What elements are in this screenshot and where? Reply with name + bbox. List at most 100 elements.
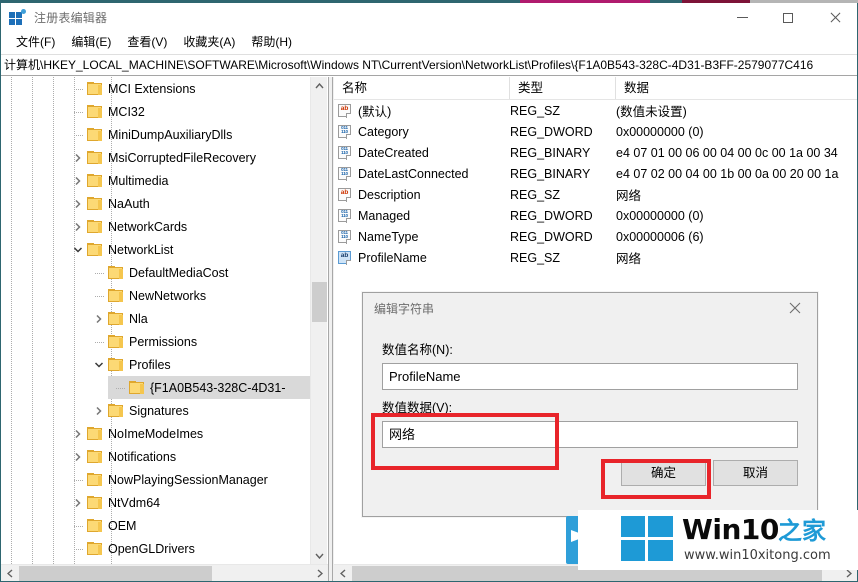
chevron-right-icon[interactable] xyxy=(70,426,86,442)
chevron-right-icon[interactable] xyxy=(70,173,86,189)
column-header-data[interactable]: 数据 xyxy=(616,77,857,99)
tree-item-profiles[interactable]: Profiles xyxy=(1,353,310,376)
scroll-right-icon[interactable] xyxy=(311,565,328,581)
tree-item-content: DefaultMediaCost xyxy=(91,265,228,281)
tree-item-networkcards[interactable]: NetworkCards xyxy=(1,215,310,238)
tree-item-notifications[interactable]: Notifications xyxy=(1,445,310,468)
registry-tree-pane: MCI Extensions MCI32 MiniDumpAuxiliaryDlls… xyxy=(1,77,328,581)
value-data-cell: 0x00000000 (0) xyxy=(616,208,704,223)
value-type-cell: REG_SZ xyxy=(510,187,561,202)
tree-item-label: {F1A0B543-328C-4D31- xyxy=(150,380,286,395)
menu-item-file[interactable]: 文件(F) xyxy=(8,33,63,52)
chevron-right-icon[interactable] xyxy=(70,564,86,565)
scroll-left-icon[interactable] xyxy=(1,565,18,581)
registry-path-text: 计算机\HKEY_LOCAL_MACHINE\SOFTWARE\Microsof… xyxy=(4,58,814,72)
tree-item-naauth[interactable]: NaAuth xyxy=(1,192,310,215)
value-name-text: Managed xyxy=(358,208,411,223)
tree-item-label: Profiles xyxy=(129,357,171,372)
tree-item-ntvdm64[interactable]: NtVdm64 xyxy=(1,491,310,514)
tree-item-label: MsiCorruptedFileRecovery xyxy=(108,150,256,165)
table-row[interactable]: ab Description REG_SZ 网络 xyxy=(334,184,857,205)
pane-splitter[interactable] xyxy=(328,77,333,581)
tree-item-opengldrivers[interactable]: OpenGLDrivers xyxy=(1,537,310,560)
tree-item-noimemodeimes[interactable]: NoImeModeImes xyxy=(1,422,310,445)
table-row[interactable]: ab (默认) REG_SZ (数值未设置) xyxy=(334,100,857,121)
tree-item-label: Signatures xyxy=(129,403,189,418)
chevron-down-icon[interactable] xyxy=(70,242,86,258)
scroll-up-icon[interactable] xyxy=(311,77,328,94)
tree-item-oem[interactable]: OEM xyxy=(1,514,310,537)
tree-hscrollbar-thumb[interactable] xyxy=(19,566,212,581)
column-header-type[interactable]: 类型 xyxy=(510,77,616,99)
tree-item-nla[interactable]: Nla xyxy=(1,307,310,330)
folder-icon xyxy=(86,518,103,533)
title-bar[interactable]: 注册表编辑器 xyxy=(1,3,857,32)
chevron-right-icon[interactable] xyxy=(70,449,86,465)
column-header-name[interactable]: 名称 xyxy=(334,77,510,99)
tree-scrollbar-thumb[interactable] xyxy=(312,282,327,322)
folder-icon xyxy=(107,265,124,280)
tree-item-f1a0b543-328c-4d31[interactable]: {F1A0B543-328C-4D31- xyxy=(1,376,310,399)
binary-value-icon: 011 110 xyxy=(337,208,353,223)
tree-item-networklist[interactable]: NetworkList xyxy=(1,238,310,261)
maximize-button[interactable] xyxy=(765,3,811,32)
minimize-button[interactable] xyxy=(719,3,765,32)
watermark-url: www.win10xitong.com xyxy=(684,548,831,563)
tree-item-content: NoImeModeImes xyxy=(70,426,203,442)
menu-item-view[interactable]: 查看(V) xyxy=(119,33,175,52)
chevron-right-icon[interactable] xyxy=(70,495,86,511)
tree-item-nowplayingsessionmanager[interactable]: NowPlayingSessionManager xyxy=(1,468,310,491)
chevron-right-icon[interactable] xyxy=(70,150,86,166)
tree-item-multimedia[interactable]: Multimedia xyxy=(1,169,310,192)
tree-item-label: MCI Extensions xyxy=(108,81,196,96)
tree-item-content: Nla xyxy=(91,311,148,327)
folder-icon xyxy=(128,380,145,395)
folder-icon xyxy=(86,150,103,165)
menu-item-favorites[interactable]: 收藏夹(A) xyxy=(175,33,243,52)
tree-item-mci-extensions[interactable]: MCI Extensions xyxy=(1,77,310,100)
tree-item-content: Permissions xyxy=(91,334,197,350)
tree-item-newnetworks[interactable]: NewNetworks xyxy=(1,284,310,307)
tree-item-defaultmediacost[interactable]: DefaultMediaCost xyxy=(1,261,310,284)
table-row[interactable]: ab ProfileName REG_SZ 网络 xyxy=(334,247,857,268)
registry-tree[interactable]: MCI Extensions MCI32 MiniDumpAuxiliaryDlls… xyxy=(1,77,310,564)
value-name-text: NameType xyxy=(358,229,419,244)
table-row[interactable]: 011 110 DateLastConnected REG_BINARY e4 07 0… xyxy=(334,163,857,184)
table-row[interactable]: 011 110 Managed REG_DWORD 0x00000000 (0) xyxy=(334,205,857,226)
value-data-cell: 网络 xyxy=(616,252,642,266)
tree-item-msicorruptedfilerecovery[interactable]: MsiCorruptedFileRecovery xyxy=(1,146,310,169)
scroll-down-icon[interactable] xyxy=(311,547,328,564)
tree-vertical-scrollbar[interactable] xyxy=(310,77,327,564)
chevron-right-icon[interactable] xyxy=(70,196,86,212)
tree-item-mci32[interactable]: MCI32 xyxy=(1,100,310,123)
folder-icon xyxy=(86,495,103,510)
tree-horizontal-scrollbar[interactable] xyxy=(1,564,328,581)
table-row[interactable]: 011 110 DateCreated REG_BINARY e4 07 01 00 0… xyxy=(334,142,857,163)
cancel-button[interactable]: 取消 xyxy=(713,460,798,486)
chevron-right-icon[interactable] xyxy=(70,219,86,235)
tree-item-permissions[interactable]: Permissions xyxy=(1,330,310,353)
chevron-right-icon[interactable] xyxy=(91,403,107,419)
value-name-text: DateCreated xyxy=(358,145,429,160)
address-bar[interactable]: 计算机\HKEY_LOCAL_MACHINE\SOFTWARE\Microsof… xyxy=(1,54,857,76)
table-row[interactable]: 011 110 Category REG_DWORD 0x00000000 (0) xyxy=(334,121,857,142)
values-scroll-left-icon[interactable] xyxy=(334,565,351,581)
value-type-cell: REG_SZ xyxy=(510,103,561,118)
dialog-close-icon[interactable] xyxy=(772,293,817,323)
dialog-title-bar[interactable]: 编辑字符串 xyxy=(363,293,817,324)
tree-item-content: Profiles xyxy=(91,357,171,373)
close-button[interactable] xyxy=(811,3,857,32)
menu-item-help[interactable]: 帮助(H) xyxy=(243,33,300,52)
table-row[interactable]: 011 110 NameType REG_DWORD 0x00000006 (6) xyxy=(334,226,857,247)
tree-item-minidumpauxiliarydlls[interactable]: MiniDumpAuxiliaryDlls xyxy=(1,123,310,146)
value-name-text: Category xyxy=(358,124,409,139)
value-name-input[interactable]: ProfileName xyxy=(382,363,798,390)
tree-connector xyxy=(91,265,107,281)
value-data-cell: 0x00000006 (6) xyxy=(616,229,704,244)
menu-item-edit[interactable]: 编辑(E) xyxy=(63,33,119,52)
tree-item-label: NetworkCards xyxy=(108,219,188,234)
chevron-down-icon[interactable] xyxy=(91,357,107,373)
chevron-right-icon[interactable] xyxy=(91,311,107,327)
watermark-brand-cn: 之家 xyxy=(778,518,826,545)
tree-item-signatures[interactable]: Signatures xyxy=(1,399,310,422)
